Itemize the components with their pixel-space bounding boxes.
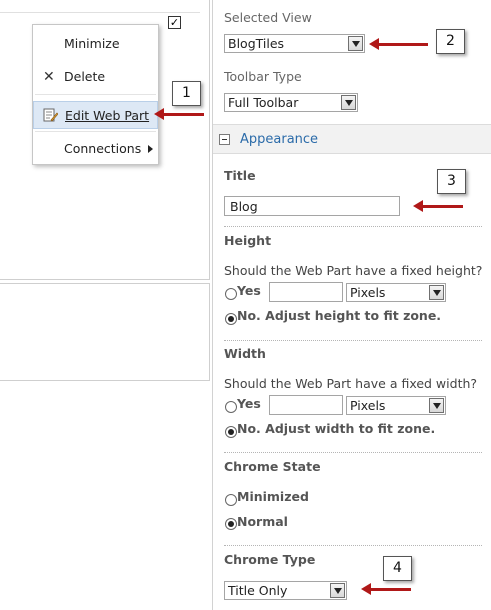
- chrome-state-minimized-radio[interactable]: [225, 494, 237, 506]
- callout-3: 3: [437, 169, 466, 194]
- height-question: Should the Web Part have a fixed height?: [224, 263, 483, 278]
- menu-item-minimize[interactable]: Minimize: [33, 30, 158, 58]
- menu-item-edit-web-part[interactable]: Edit Web Part: [33, 101, 158, 129]
- callout-4: 4: [383, 556, 412, 581]
- web-part-context-menu: Minimize ✕ Delete Edit Web Part Connecti…: [32, 24, 159, 165]
- height-yes-label: Yes: [237, 283, 261, 298]
- width-question: Should the Web Part have a fixed width?: [224, 376, 478, 391]
- title-label: Title: [224, 168, 256, 183]
- divider: [224, 452, 482, 453]
- callout-arrow-2: [369, 38, 428, 50]
- selected-view-label: Selected View: [224, 10, 312, 25]
- menu-item-label: Connections: [64, 141, 142, 156]
- chevron-down-icon: [429, 398, 444, 413]
- selected-view-select[interactable]: BlogTiles: [224, 34, 365, 53]
- toolbar-type-value: Full Toolbar: [228, 95, 299, 110]
- title-input[interactable]: Blog: [224, 196, 400, 216]
- appearance-section-header[interactable]: Appearance: [213, 124, 491, 154]
- height-unit-select[interactable]: Pixels: [346, 283, 446, 302]
- menu-item-connections[interactable]: Connections: [33, 135, 158, 163]
- callout-arrow-1: [154, 108, 204, 120]
- web-part-title-bar-line: [0, 12, 200, 13]
- web-part-zone-bottom: [0, 283, 210, 381]
- height-no-label: No. Adjust height to fit zone.: [237, 308, 442, 323]
- height-unit-value: Pixels: [350, 285, 386, 300]
- menu-item-label: Delete: [64, 69, 106, 84]
- menu-separator: [35, 131, 156, 132]
- chrome-type-label: Chrome Type: [224, 552, 316, 567]
- chevron-down-icon: [348, 36, 363, 51]
- width-unit-select[interactable]: Pixels: [346, 396, 446, 415]
- menu-item-delete[interactable]: ✕ Delete: [33, 63, 158, 91]
- chevron-down-icon: [330, 583, 345, 598]
- divider: [224, 226, 482, 227]
- appearance-section-title[interactable]: Appearance: [240, 132, 318, 147]
- chrome-type-value: Title Only: [228, 583, 288, 598]
- title-input-value: Blog: [230, 199, 258, 214]
- toolbar-type-select[interactable]: Full Toolbar: [224, 93, 358, 112]
- width-label: Width: [224, 346, 266, 361]
- callout-2: 2: [436, 29, 465, 54]
- callout-arrow-3: [413, 200, 463, 212]
- chevron-down-icon: [341, 95, 356, 110]
- chrome-type-select[interactable]: Title Only: [224, 581, 347, 600]
- width-yes-radio[interactable]: [225, 401, 237, 413]
- submenu-arrow-icon: [148, 145, 153, 153]
- chrome-state-label: Chrome State: [224, 459, 321, 474]
- web-part-select-checkbox[interactable]: ✓: [168, 16, 181, 29]
- tool-pane: Selected View BlogTiles Toolbar Type Ful…: [212, 0, 491, 610]
- divider: [224, 545, 482, 546]
- height-label: Height: [224, 233, 272, 248]
- selected-view-value: BlogTiles: [228, 36, 285, 51]
- width-value-input[interactable]: [269, 395, 343, 415]
- toolbar-type-label: Toolbar Type: [224, 69, 302, 84]
- chrome-state-normal-radio[interactable]: [225, 518, 237, 530]
- height-yes-radio[interactable]: [225, 288, 237, 300]
- left-pane: ✓ Minimize ✕ Delete Edit Web Part Connec…: [0, 0, 212, 610]
- collapse-icon[interactable]: [219, 134, 230, 145]
- divider: [224, 340, 482, 341]
- width-yes-label: Yes: [237, 396, 261, 411]
- delete-x-icon: ✕: [43, 69, 55, 85]
- chrome-state-minimized-label: Minimized: [237, 489, 309, 504]
- chrome-state-normal-label: Normal: [237, 514, 288, 529]
- callout-arrow-4: [361, 583, 411, 595]
- height-no-radio[interactable]: [225, 313, 237, 325]
- height-value-input[interactable]: [269, 282, 343, 302]
- width-no-radio[interactable]: [225, 426, 237, 438]
- width-no-label: No. Adjust width to fit zone.: [237, 421, 436, 436]
- menu-separator: [35, 94, 156, 95]
- menu-item-label: Edit Web Part: [65, 108, 150, 123]
- callout-1: 1: [172, 81, 201, 106]
- menu-item-label: Minimize: [64, 36, 120, 51]
- chevron-down-icon: [429, 285, 444, 300]
- edit-web-part-icon: [43, 108, 58, 122]
- width-unit-value: Pixels: [350, 398, 386, 413]
